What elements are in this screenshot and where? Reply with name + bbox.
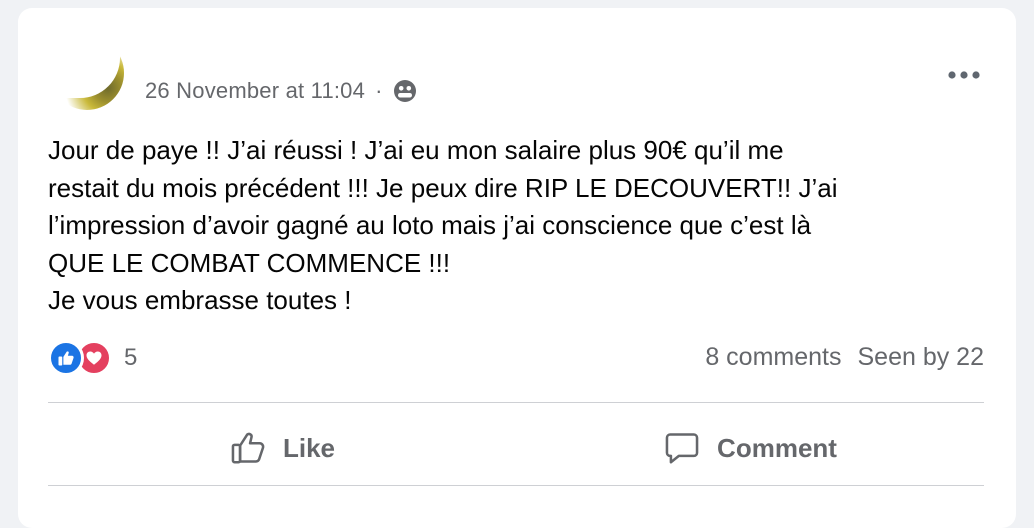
like-label: Like (282, 432, 336, 463)
divider (48, 485, 984, 486)
like-reaction-icon (48, 340, 84, 376)
post-card: 26 November at 11:04 · Jour de paye !! J… (18, 8, 1016, 528)
post-header: 26 November at 11:04 · (48, 32, 986, 122)
divider (48, 402, 984, 403)
comment-icon (663, 429, 701, 467)
meta-separator: · (375, 78, 383, 103)
more-options-icon (947, 67, 981, 85)
more-options-button[interactable] (942, 58, 986, 94)
post-text: Jour de paye !! J’ai réussi ! J’ai eu mo… (48, 135, 838, 315)
like-button[interactable]: Like (48, 406, 516, 490)
seen-by-link[interactable]: Seen by 22 (858, 343, 985, 372)
comment-button[interactable]: Comment (516, 406, 984, 490)
comment-label: Comment (717, 432, 837, 463)
avatar[interactable] (48, 32, 128, 112)
post-stats: 5 8 comments Seen by 22 (48, 340, 984, 380)
post-meta: 26 November at 11:04 · (145, 78, 417, 104)
comments-count-link[interactable]: 8 comments (705, 343, 841, 372)
reaction-count: 5 (124, 344, 138, 371)
post-stats-right: 8 comments Seen by 22 (705, 343, 984, 372)
reactions-summary[interactable]: 5 (48, 340, 137, 376)
friends-icon[interactable] (393, 79, 417, 103)
post-actions: Like Comment (48, 406, 984, 490)
like-icon (229, 429, 267, 467)
post-timestamp[interactable]: 26 November at 11:04 (145, 78, 365, 104)
